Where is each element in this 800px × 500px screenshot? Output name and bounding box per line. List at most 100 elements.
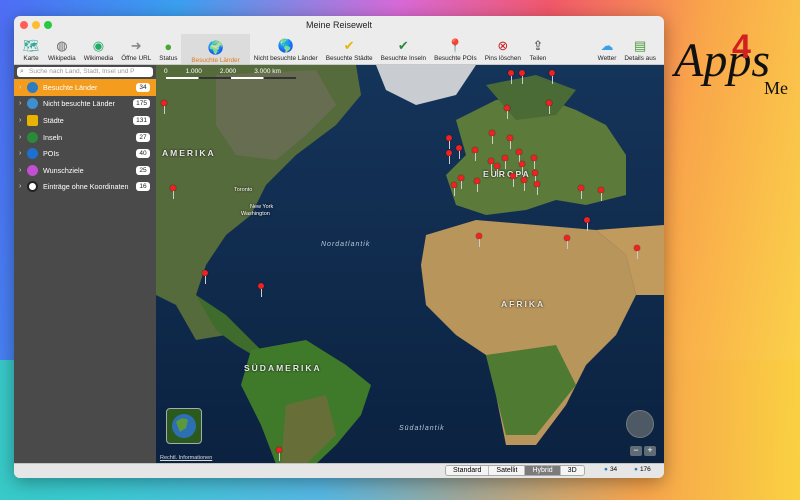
map-pin[interactable] (546, 100, 552, 114)
close-button[interactable] (20, 21, 28, 29)
compass-control[interactable] (626, 410, 654, 438)
toolbar-unvisited-countries-button[interactable]: 🌎 Nicht besuchte Länder (250, 34, 322, 64)
pin-stick (278, 453, 280, 461)
pin-stick (204, 276, 206, 284)
scale-label: 3.000 km (254, 68, 281, 75)
search-icon: ⌕ (20, 68, 24, 75)
map-terrain (156, 65, 664, 464)
map-pin[interactable] (564, 235, 570, 249)
map-pin[interactable] (510, 173, 516, 187)
sidebar-item-label: Einträge ohne Koordinaten (43, 182, 129, 192)
pin-stick (172, 191, 174, 199)
map-type-satellit[interactable]: Satellit (489, 466, 526, 475)
minimize-button[interactable] (32, 21, 40, 29)
scale-bar-labels: 0 1.000 2.000 3.000 km (164, 68, 281, 75)
city-check-icon: ✔ (343, 38, 355, 53)
map-pin[interactable] (161, 100, 167, 114)
total-count-indicator: ● 176 (634, 466, 651, 473)
pin-stick (512, 179, 514, 187)
map-type-standard[interactable]: Standard (446, 466, 490, 475)
map-type-hybrid[interactable]: Hybrid (525, 466, 561, 475)
map-pin[interactable] (476, 233, 482, 247)
toolbar-details-button[interactable]: ▤ Details aus (620, 34, 660, 64)
map-pin[interactable] (489, 130, 495, 144)
weather-icon: ☁ (600, 38, 614, 53)
toolbar-visited-countries-button[interactable]: 🌍 Besuchte Länder (181, 34, 250, 64)
map-pin[interactable] (519, 161, 525, 175)
toolbar-weather-button[interactable]: ☁ Wetter (594, 34, 621, 64)
map-pin[interactable] (634, 245, 640, 259)
map-pin[interactable] (584, 217, 590, 231)
ocean-label-suedatlantik: Südatlantik (399, 425, 445, 432)
pin-stick (260, 289, 262, 297)
toolbar-karte-button[interactable]: 🗺 Karte (18, 34, 44, 64)
map-pin[interactable] (458, 175, 464, 189)
chevron-right-icon: › (19, 183, 22, 191)
map-pin[interactable] (276, 447, 282, 461)
sidebar-item-no-coordinates[interactable]: › Einträge ohne Koordinaten 16 (14, 179, 156, 196)
toolbar-visited-pois-button[interactable]: 📍 Besuchte POIs (430, 34, 481, 64)
city-label-washington: Washington (241, 211, 270, 217)
search-field[interactable]: ⌕ Suche nach Land, Stadt, Insel und P (17, 67, 153, 77)
toolbar-wikimedia-button[interactable]: ◉ Wikimedia (80, 34, 117, 64)
region-label-suedamerika: SÜDAMERIKA (244, 363, 322, 373)
window-controls (20, 21, 52, 29)
toolbar-visited-islands-button[interactable]: ✔ Besuchte Inseln (377, 34, 430, 64)
toolbar: 🗺 Karte ◍ Wikipedia ◉ Wikimedia ➜ Öffne URL … (14, 34, 664, 65)
map-type-3d[interactable]: 3D (560, 466, 584, 475)
zoom-in-button[interactable]: + (644, 446, 656, 456)
map-pin[interactable] (446, 135, 452, 149)
map-pin[interactable] (531, 155, 537, 169)
map-pin[interactable] (578, 185, 584, 199)
map-pin[interactable] (472, 147, 478, 161)
sidebar-item-unvisited-countries[interactable]: › Nicht besuchte Länder 175 (14, 96, 156, 113)
map-pin[interactable] (521, 177, 527, 191)
map-icon: 🗺 (22, 38, 40, 53)
map-pin[interactable] (446, 150, 452, 164)
visited-globe-icon: 🌍 (207, 40, 224, 55)
location-pin-icon (27, 181, 38, 193)
map-pin[interactable] (534, 181, 540, 195)
map-pin[interactable] (451, 182, 457, 196)
pin-stick (509, 141, 511, 149)
pin-stick (580, 191, 582, 199)
map-pin[interactable] (456, 145, 462, 159)
map-pin[interactable] (508, 70, 514, 84)
visited-count-indicator: ● 34 (604, 466, 617, 473)
sidebar-item-pois[interactable]: › POIs 40 (14, 145, 156, 162)
globe-icon: ● (634, 466, 638, 473)
status-bar: Standard Satellit Hybrid 3D ● 34 ● 176 (14, 463, 664, 478)
sidebar-item-wishlist[interactable]: › Wunschziele 25 (14, 162, 156, 179)
map-pin[interactable] (258, 283, 264, 297)
sidebar-item-islands[interactable]: › Inseln 27 (14, 129, 156, 146)
map-pin[interactable] (502, 155, 508, 169)
globe-toggle-button[interactable] (166, 408, 202, 444)
zoom-button[interactable] (44, 21, 52, 29)
map-view[interactable]: 0 1.000 2.000 3.000 km AMERIKA EUROPA AF… (156, 65, 664, 464)
toolbar-share-button[interactable]: ⇪ Teilen (525, 34, 551, 64)
count-badge: 175 (133, 99, 150, 109)
map-pin[interactable] (504, 105, 510, 119)
island-icon (27, 131, 38, 143)
map-pin[interactable] (519, 70, 525, 84)
map-pin[interactable] (507, 135, 513, 149)
legal-info-link[interactable]: Rechtl. Informationen (160, 455, 212, 461)
logo-number: 4 (732, 28, 751, 66)
toolbar-open-url-button[interactable]: ➜ Öffne URL (117, 34, 155, 64)
map-pin[interactable] (549, 70, 555, 84)
sidebar-item-cities[interactable]: › Städte 131 (14, 112, 156, 129)
title-bar: Meine Reisewelt (14, 16, 664, 34)
pin-stick (478, 239, 480, 247)
map-pin[interactable] (202, 270, 208, 284)
toolbar-wikipedia-button[interactable]: ◍ Wikipedia (44, 34, 80, 64)
zoom-out-button[interactable]: − (630, 446, 642, 456)
map-pin[interactable] (494, 163, 500, 177)
map-pin[interactable] (598, 187, 604, 201)
toolbar-visited-cities-button[interactable]: ✔ Besuchte Städte (322, 34, 377, 64)
toolbar-delete-pins-button[interactable]: ⊗ Pins löschen (481, 34, 525, 64)
poi-icon (27, 148, 38, 160)
toolbar-status-button[interactable]: ● Status (155, 34, 181, 64)
sidebar-item-visited-countries[interactable]: › Besuchte Länder 34 (14, 79, 156, 96)
map-pin[interactable] (474, 178, 480, 192)
map-pin[interactable] (170, 185, 176, 199)
